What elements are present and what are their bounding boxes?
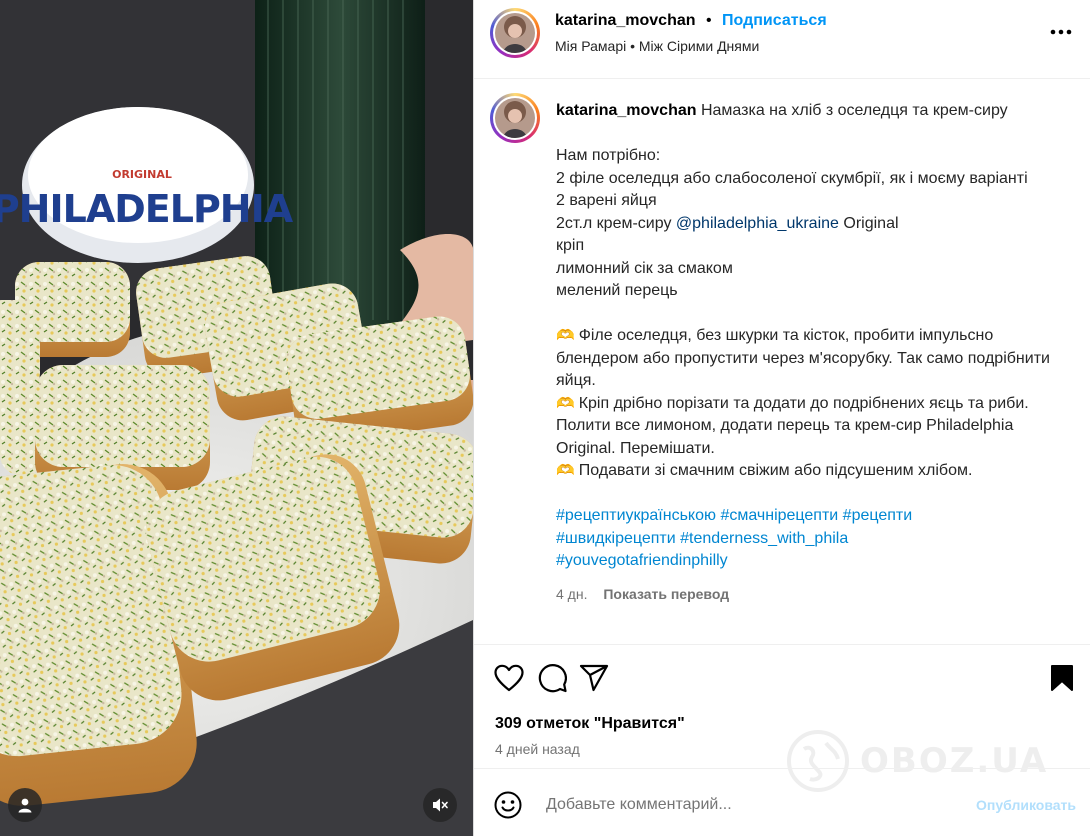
hashtag-links[interactable]: #швидкірецепти #tenderness_with_phila [556, 528, 1056, 551]
tub-brand: PHILADELPHIA [0, 187, 294, 231]
share-icon [579, 664, 609, 692]
emoji-picker-button[interactable] [494, 791, 522, 819]
publish-button[interactable]: Опубликовать [976, 797, 1076, 813]
food-photo: ORIGINAL PHILADELPHIA [0, 0, 473, 836]
more-icon [1050, 29, 1072, 35]
ingredient-item: 2ст.л крем-сиру [556, 214, 676, 232]
ingredients-heading: Нам потрібно: [556, 147, 661, 164]
hashtag-links[interactable]: #рецептиукраїнською #смачнірецепти #реце… [556, 505, 1056, 528]
more-options-button[interactable] [1046, 22, 1076, 42]
heart-hands-icon: 🫶 [556, 394, 575, 412]
post-date: 4 дней назад [495, 741, 580, 757]
tub-original: ORIGINAL [112, 168, 172, 181]
comment-bar: Опубликовать [474, 768, 1090, 837]
bookmark-icon [1051, 665, 1073, 691]
share-button[interactable] [578, 662, 610, 694]
post-author-username[interactable]: katarina_movchan [555, 12, 696, 29]
ingredient-item: мелений перець [556, 282, 678, 299]
post-media[interactable]: ORIGINAL PHILADELPHIA [0, 0, 473, 836]
heart-hands-icon: 🫶 [556, 462, 575, 479]
action-bar: 309 отметок "Нравится" 4 дней назад OBOZ… [474, 644, 1090, 792]
mention-link[interactable]: @philadelphia_ukraine [676, 215, 839, 232]
follow-button[interactable]: Подписаться [722, 12, 827, 29]
caption-timestamp: 4 дн. [556, 585, 588, 602]
audio-track-link[interactable]: Мія Рамарі • Між Сірими Днями [555, 37, 759, 55]
avatar[interactable] [490, 8, 540, 58]
mute-button[interactable] [423, 788, 457, 822]
caption-text: katarina_movchan Намазка на хліб з оселе… [556, 100, 1056, 605]
caption-username[interactable]: katarina_movchan [556, 102, 697, 119]
show-translation-button[interactable]: Показать перевод [603, 586, 729, 602]
comment-button[interactable] [536, 662, 568, 694]
post-header: katarina_movchan • Подписаться Мія Рамар… [474, 0, 1090, 79]
emoji-icon [494, 791, 522, 819]
user-tag-icon [18, 798, 32, 813]
mute-icon [433, 798, 448, 812]
heart-icon [494, 664, 524, 692]
likes-count[interactable]: 309 отметок "Нравится" [495, 715, 685, 733]
avatar-photo [495, 13, 535, 53]
hashtag-links[interactable]: #youvegotafriendinphilly [556, 550, 1056, 573]
tagged-users-button[interactable] [8, 788, 42, 822]
ingredient-item: лимонний сік за смаком [556, 259, 733, 277]
ingredient-item: кріп [556, 237, 585, 254]
post-details: katarina_movchan • Подписаться Мія Рамар… [473, 0, 1090, 836]
recipe-step: Подавати зі смачним свіжим або підсушени… [578, 462, 973, 479]
caption-title: Намазка на хліб з оселедця та крем-сиру [700, 102, 1008, 119]
recipe-step: Філе оселедця, без шкурки та кісток, про… [556, 327, 1050, 389]
post: ORIGINAL PHILADELPHIA katarina_movchan •… [0, 0, 1090, 836]
ingredient-item: 2 філе оселедця або слабосоленої скумбрі… [556, 169, 1028, 187]
separator-dot: • [705, 12, 712, 29]
comment-icon [538, 664, 567, 693]
comment-input[interactable] [544, 795, 928, 815]
caption-section: katarina_movchan Намазка на хліб з оселе… [474, 79, 1090, 644]
ingredient-item-suffix: Original [838, 214, 899, 232]
avatar-photo [495, 98, 535, 138]
save-button[interactable] [1046, 662, 1078, 694]
ingredient-item: 2 варені яйця [556, 192, 657, 209]
caption-avatar[interactable] [490, 93, 540, 143]
recipe-step: Кріп дрібно порізати та додати до подріб… [556, 394, 1029, 457]
like-button[interactable] [493, 662, 525, 694]
heart-hands-icon: 🫶 [556, 327, 575, 344]
